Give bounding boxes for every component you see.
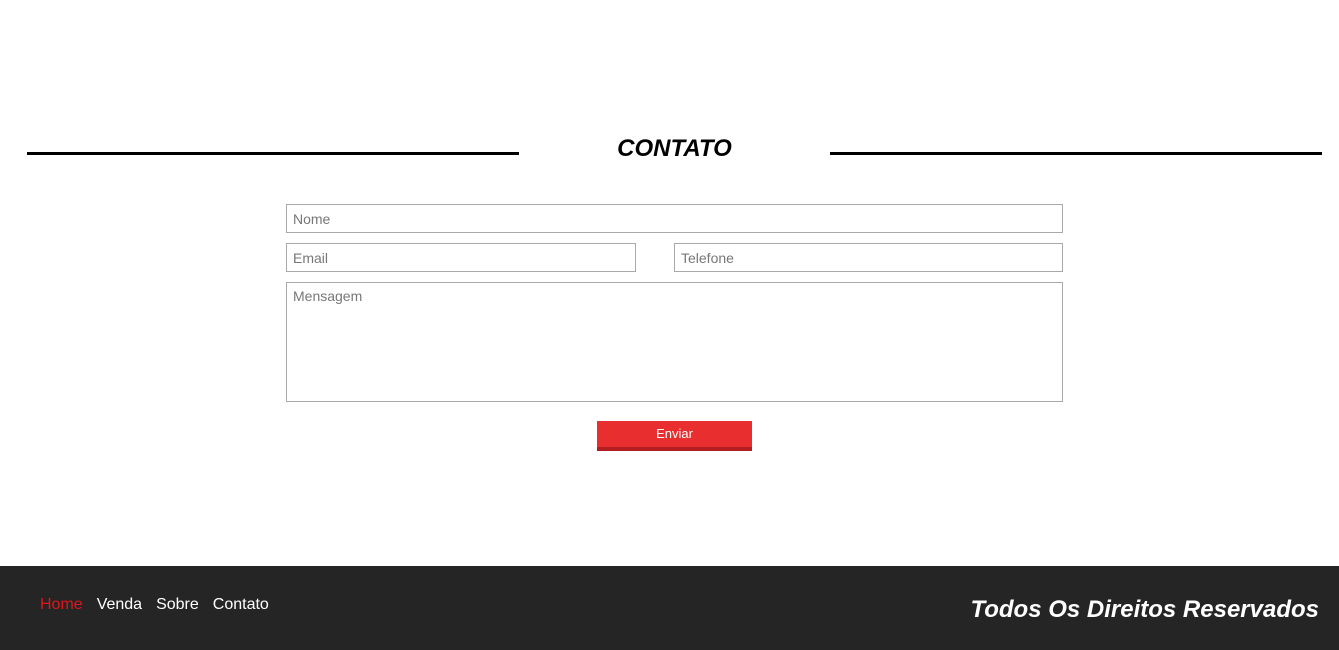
footer-link-contato[interactable]: Contato	[213, 595, 269, 615]
page: CONTATO Enviar Home Venda Sobre Contato …	[0, 0, 1339, 650]
message-field[interactable]	[286, 282, 1063, 402]
footer-link-venda[interactable]: Venda	[97, 595, 142, 615]
footer: Home Venda Sobre Contato Todos Os Direit…	[0, 566, 1339, 650]
footer-link-sobre[interactable]: Sobre	[156, 595, 199, 615]
email-field[interactable]	[286, 243, 636, 272]
section-header: CONTATO	[0, 132, 1339, 172]
phone-field[interactable]	[674, 243, 1063, 272]
copyright-text: Todos Os Direitos Reservados	[970, 596, 1319, 623]
footer-nav: Home Venda Sobre Contato	[40, 595, 283, 615]
divider-right	[830, 152, 1322, 155]
submit-button[interactable]: Enviar	[597, 421, 752, 451]
footer-link-home[interactable]: Home	[40, 595, 83, 615]
section-title: CONTATO	[617, 135, 732, 162]
name-field[interactable]	[286, 204, 1063, 233]
divider-left	[27, 152, 519, 155]
